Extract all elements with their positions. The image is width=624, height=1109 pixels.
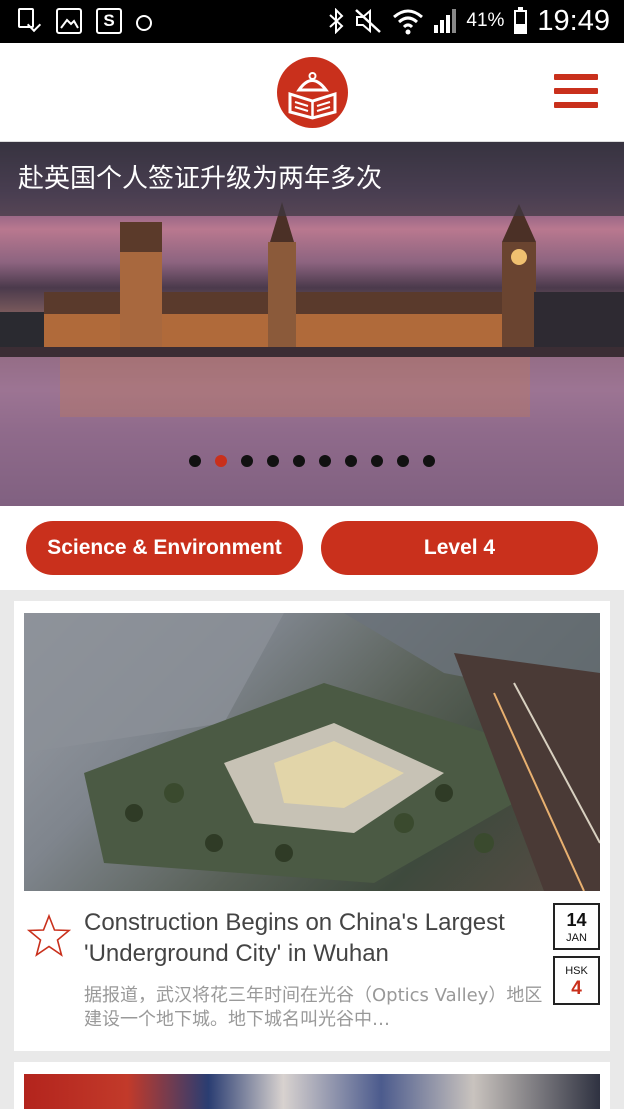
carousel-dot[interactable] [189,455,201,467]
carousel-dot[interactable] [423,455,435,467]
signal-icon [434,9,457,33]
date-day: 14 [566,910,587,930]
article-image-next[interactable] [24,1074,600,1109]
battery-percent: 41% [466,10,505,31]
app-header [0,43,624,142]
carousel-dot[interactable] [267,455,279,467]
date-badge: 14 JAN [553,903,600,950]
carousel-dot[interactable] [293,455,305,467]
carousel-dot[interactable] [241,455,253,467]
article-snippet: 据报道，武汉将花三年时间在光谷（Optics Valley）地区建设一个地下城。… [84,985,543,1030]
article-image[interactable] [24,613,600,891]
hero-carousel[interactable]: 赴英国个人签证升级为两年多次 [0,142,624,506]
s-app-icon: S [96,8,122,34]
date-month: JAN [566,932,587,944]
hsk-label: HSK [565,965,588,977]
sync-icon [136,15,152,31]
status-bar-right: 41% 19:49 [328,4,610,38]
hsk-level: 4 [571,978,582,999]
level-filter-button[interactable]: Level 4 [321,521,598,575]
star-icon[interactable] [26,913,72,959]
carousel-dot[interactable] [319,455,331,467]
download-icon [18,8,42,34]
carousel-dot[interactable] [371,455,383,467]
menu-icon[interactable] [554,74,598,108]
article-card[interactable]: Construction Begins on China's Largest '… [14,601,610,1051]
bluetooth-icon [329,8,344,34]
carousel-dot[interactable] [397,455,409,467]
battery-icon [514,7,528,34]
status-bar: S 41% 19:49 [0,0,624,43]
category-filter-button[interactable]: Science & Environment [26,521,303,575]
wifi-icon [393,9,424,35]
carousel-pagination [189,455,435,467]
carousel-dot[interactable] [345,455,357,467]
bao-logo-icon[interactable] [277,57,348,128]
hsk-badge: HSK 4 [553,956,600,1005]
clock-time: 19:49 [537,5,610,37]
hero-title[interactable]: 赴英国个人签证升级为两年多次 [18,162,382,196]
image-icon [56,8,82,34]
mute-icon [355,8,382,34]
article-card-next[interactable] [14,1062,610,1109]
article-title[interactable]: Construction Begins on China's Largest '… [84,907,546,969]
carousel-dot-active[interactable] [215,455,227,467]
status-bar-left: S [18,8,152,34]
filter-bar: Science & Environment Level 4 [0,506,624,590]
